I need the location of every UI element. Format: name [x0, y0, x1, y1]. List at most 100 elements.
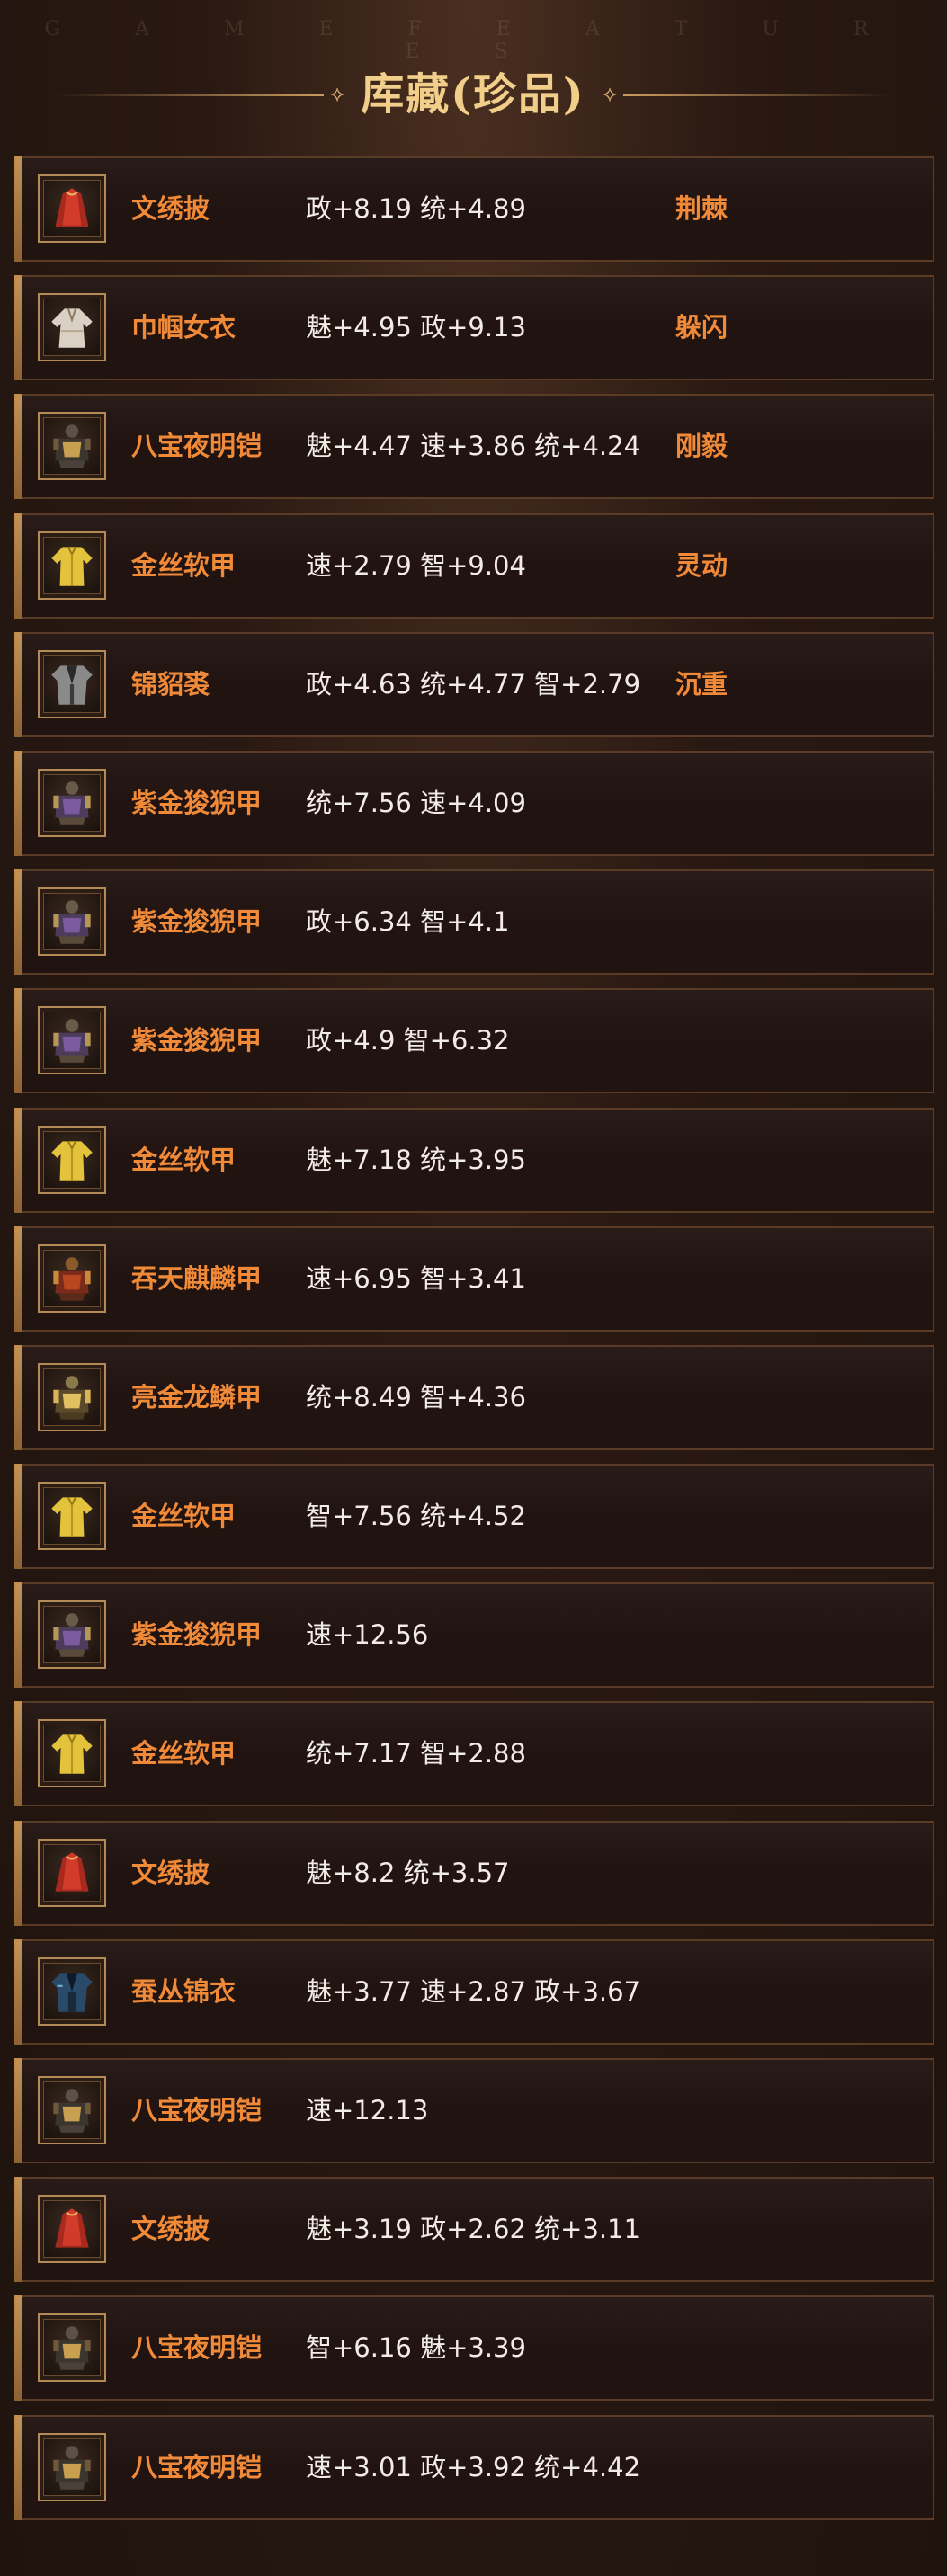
- red-armor-icon: [43, 1249, 101, 1307]
- item-icon-frame: [38, 1362, 106, 1431]
- item-name: 文绣披: [131, 2214, 210, 2245]
- item-name: 文绣披: [131, 193, 210, 224]
- item-icon-frame: [38, 2313, 106, 2383]
- item-row[interactable]: 紫金狻猊甲 统+7.56 速+4.09: [14, 750, 934, 856]
- item-name: 金丝软甲: [131, 1144, 237, 1175]
- purple-armor-icon: [43, 1606, 101, 1664]
- gold-vest-icon: [43, 1725, 101, 1783]
- item-row[interactable]: 紫金狻猊甲 速+12.56: [14, 1582, 934, 1689]
- item-row[interactable]: 金丝软甲 统+7.17 智+2.88: [14, 1701, 934, 1807]
- item-row[interactable]: 亮金龙鳞甲 统+8.49 智+4.36: [14, 1344, 934, 1450]
- item-row[interactable]: 金丝软甲 速+2.79 智+9.04 灵动: [14, 513, 934, 619]
- gold-armor-icon: [43, 1368, 101, 1426]
- item-stats: 智+7.56 统+4.52: [306, 1501, 526, 1532]
- item-icon-frame: [38, 293, 106, 362]
- red-cloak-icon: [43, 2200, 101, 2259]
- item-icon-frame: [38, 2432, 106, 2501]
- item-name: 金丝软甲: [131, 1738, 237, 1769]
- red-cloak-icon: [43, 180, 101, 237]
- ornament-right-icon: ⟡: [603, 81, 617, 106]
- item-name: 文绣披: [131, 1857, 210, 1888]
- item-name: 八宝夜明铠: [131, 2332, 263, 2364]
- item-stats: 速+12.56: [306, 1619, 429, 1651]
- item-row[interactable]: 八宝夜明铠 魅+4.47 速+3.86 统+4.24 刚毅: [14, 394, 934, 500]
- item-trait: 沉重: [675, 668, 728, 700]
- item-name: 紫金狻猊甲: [131, 1619, 263, 1651]
- item-name: 紫金狻猊甲: [131, 787, 263, 818]
- dark-armor-icon: [43, 2438, 101, 2496]
- item-name: 金丝软甲: [131, 1501, 237, 1532]
- gold-vest-icon: [43, 1487, 101, 1546]
- blue-robe-icon: [43, 1962, 101, 2020]
- item-trait: 灵动: [675, 549, 728, 581]
- item-stats: 政+6.34 智+4.1: [306, 906, 510, 938]
- item-name: 蚕丛锦衣: [131, 1975, 237, 2007]
- item-row[interactable]: 文绣披 政+8.19 统+4.89 荆棘: [14, 156, 934, 262]
- item-trait: 刚毅: [675, 431, 728, 462]
- item-row[interactable]: 八宝夜明铠 智+6.16 魅+3.39: [14, 2295, 934, 2402]
- item-icon-frame: [38, 1243, 106, 1313]
- item-row[interactable]: 紫金狻猊甲 政+6.34 智+4.1: [14, 869, 934, 976]
- item-list: 文绣披 政+8.19 统+4.89 荆棘 巾帼女衣 魅+4.95 政+9.13 躲闪 八宝夜…: [14, 156, 934, 2534]
- item-icon-frame: [38, 1838, 106, 1907]
- title-divider-left: [54, 94, 324, 96]
- page-title: 库藏(珍品): [361, 69, 585, 120]
- item-row[interactable]: 文绣披 魅+8.2 统+3.57: [14, 1820, 934, 1926]
- dark-armor-icon: [43, 2319, 101, 2377]
- purple-armor-icon: [43, 1012, 101, 1070]
- item-stats: 统+8.49 智+4.36: [306, 1381, 526, 1413]
- item-icon-frame: [38, 2076, 106, 2144]
- item-row[interactable]: 金丝软甲 魅+7.18 统+3.95: [14, 1107, 934, 1213]
- item-icon-frame: [38, 1125, 106, 1194]
- item-row[interactable]: 八宝夜明铠 速+12.13: [14, 2058, 934, 2163]
- item-icon-frame: [38, 174, 106, 243]
- item-name: 紫金狻猊甲: [131, 1025, 263, 1056]
- item-row[interactable]: 文绣披 魅+3.19 政+2.62 统+3.11: [14, 2177, 934, 2283]
- item-name: 亮金龙鳞甲: [131, 1381, 263, 1413]
- item-stats: 魅+4.95 政+9.13: [306, 312, 526, 343]
- item-stats: 智+6.16 魅+3.39: [306, 2332, 526, 2364]
- item-icon-frame: [38, 649, 106, 718]
- item-stats: 政+4.63 统+4.77 智+2.79: [306, 668, 641, 700]
- dark-armor-icon: [43, 417, 101, 476]
- item-name: 八宝夜明铠: [131, 2451, 263, 2482]
- item-row[interactable]: 紫金狻猊甲 政+4.9 智+6.32: [14, 988, 934, 1094]
- page-header: G A M E F E A T U R E S ⟡ 库藏(珍品) ⟡: [0, 0, 947, 148]
- item-stats: 统+7.56 速+4.09: [306, 787, 526, 818]
- item-row[interactable]: 金丝软甲 智+7.56 统+4.52: [14, 1464, 934, 1570]
- dark-armor-icon: [43, 2081, 101, 2139]
- item-icon-frame: [38, 1600, 106, 1670]
- item-stats: 魅+3.77 速+2.87 政+3.67: [306, 1975, 641, 2007]
- item-icon-frame: [38, 2195, 106, 2264]
- item-name: 吞天麒麟甲: [131, 1262, 263, 1294]
- item-icon-frame: [38, 768, 106, 837]
- item-stats: 政+4.9 智+6.32: [306, 1025, 510, 1056]
- item-row[interactable]: 巾帼女衣 魅+4.95 政+9.13 躲闪: [14, 275, 934, 381]
- item-stats: 魅+4.47 速+3.86 统+4.24: [306, 431, 641, 462]
- item-icon-frame: [38, 530, 106, 600]
- item-stats: 统+7.17 智+2.88: [306, 1738, 526, 1769]
- item-row[interactable]: 八宝夜明铠 速+3.01 政+3.92 统+4.42: [14, 2414, 934, 2520]
- item-icon-frame: [38, 1957, 106, 2026]
- item-icon-frame: [38, 1006, 106, 1075]
- purple-armor-icon: [43, 893, 101, 951]
- item-row[interactable]: 锦貂裘 政+4.63 统+4.77 智+2.79 沉重: [14, 631, 934, 737]
- item-name: 八宝夜明铠: [131, 431, 263, 462]
- item-row[interactable]: 吞天麒麟甲 速+6.95 智+3.41: [14, 1226, 934, 1332]
- item-trait: 荆棘: [675, 193, 728, 224]
- item-stats: 速+12.13: [306, 2095, 429, 2126]
- purple-armor-icon: [43, 773, 101, 832]
- gray-coat-icon: [43, 655, 101, 713]
- gold-vest-icon: [43, 536, 101, 594]
- item-name: 紫金狻猊甲: [131, 906, 263, 938]
- item-icon-frame: [38, 1482, 106, 1551]
- item-row[interactable]: 蚕丛锦衣 魅+3.77 速+2.87 政+3.67: [14, 1939, 934, 2045]
- item-stats: 魅+7.18 统+3.95: [306, 1144, 526, 1175]
- item-icon-frame: [38, 1719, 106, 1788]
- header-subtitle: G A M E F E A T U R E S: [44, 18, 903, 63]
- item-stats: 政+8.19 统+4.89: [306, 193, 526, 224]
- item-icon-frame: [38, 412, 106, 481]
- item-stats: 魅+3.19 政+2.62 统+3.11: [306, 2214, 641, 2245]
- item-stats: 速+3.01 政+3.92 统+4.42: [306, 2451, 641, 2482]
- item-stats: 魅+8.2 统+3.57: [306, 1857, 510, 1888]
